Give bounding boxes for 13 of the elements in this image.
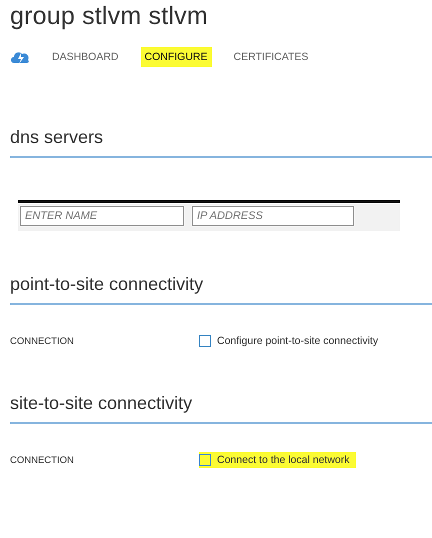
page-title: group stlvm stlvm xyxy=(10,1,209,31)
field-label: CONNECTION xyxy=(10,454,75,466)
nav-tab[interactable]: DASHBOARD xyxy=(48,47,123,67)
ip-address-field[interactable]: IP ADDRESS xyxy=(192,206,354,226)
nav-tab[interactable]: CERTIFICATES xyxy=(230,47,312,67)
field-label: CONNECTION xyxy=(10,336,75,346)
name-field[interactable]: ENTER NAME xyxy=(20,206,184,226)
checkbox[interactable]: Connect to the local network xyxy=(199,452,356,468)
nav-tab[interactable]: CONFIGURE xyxy=(140,47,212,67)
checkbox[interactable]: Configure point-to-site connectivity xyxy=(199,333,384,349)
section-heading: site-to-site connectivity xyxy=(10,393,432,424)
section-heading: point-to-site connectivity xyxy=(10,274,432,305)
section-heading: dns servers xyxy=(10,127,432,158)
